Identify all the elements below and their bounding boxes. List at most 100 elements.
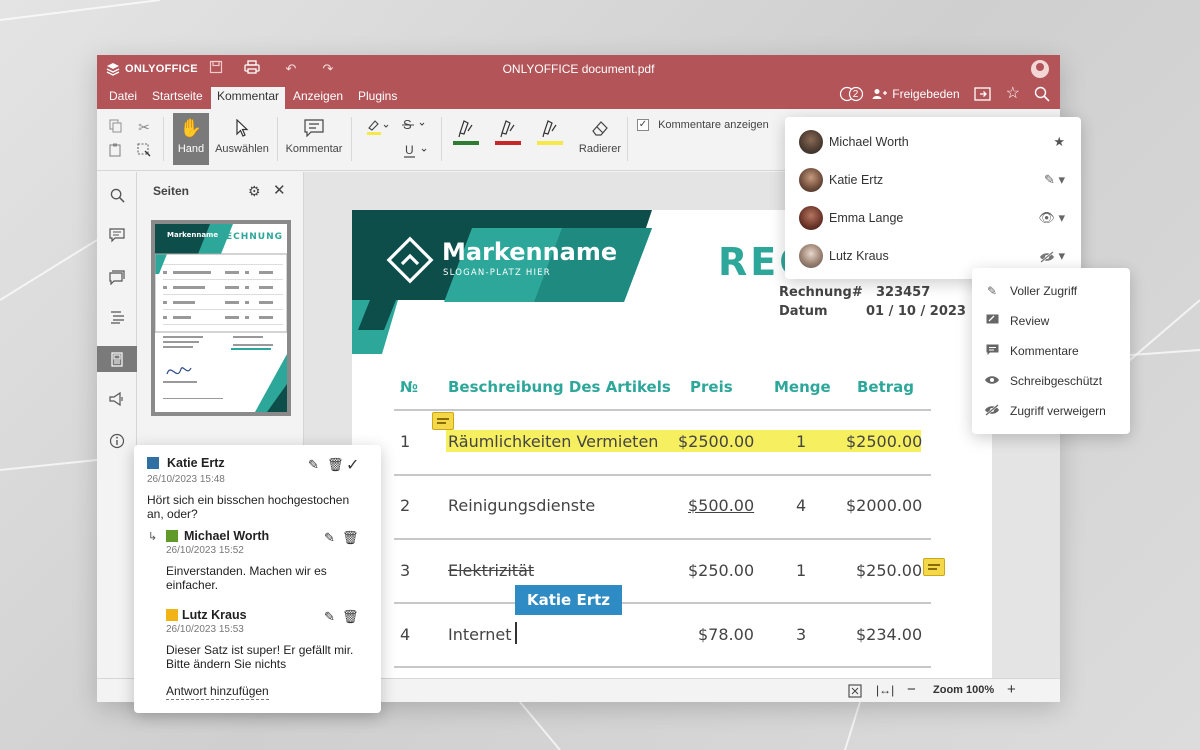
strikethrough-dropdown[interactable]: S [399,117,429,136]
edit-reply-icon[interactable]: ✎ [324,530,335,546]
permission-review[interactable]: Review [972,306,1130,336]
comment-author: Katie Ertz [167,456,225,470]
underline-dropdown[interactable]: U [401,143,431,162]
delete-reply-icon[interactable]: 🗑 [342,609,359,625]
eye-slash-dropdown-icon[interactable]: ▾ [1039,248,1065,264]
toolbar-divider [627,117,628,161]
add-comment-button[interactable]: Kommentar [283,117,345,155]
permission-label: Review [1010,314,1050,328]
row1-price: $2500.00 [678,432,755,451]
share-user-name: Michael Worth [829,135,909,149]
select-area-icon[interactable] [135,143,153,160]
comment-text: Hört sich ein bisschen hochgestochen an,… [147,493,350,521]
pages-settings-icon[interactable]: ⚙ [248,183,261,200]
highlight-dropdown[interactable] [363,117,393,140]
select-label: Auswählen [215,143,269,155]
sidebar-chat-icon[interactable] [97,264,137,290]
pen-green-button[interactable] [451,117,481,150]
col-header-description: Beschreibung Des Artikels [448,378,671,396]
thumbnail-title: RECHNUNG [218,232,283,242]
comment-label: Kommentar [285,143,343,155]
edit-comment-icon[interactable]: ✎ [308,457,319,473]
reply-author-color-marker [166,530,178,542]
menu-right-actions: 2 Freigebeden ☆ [839,86,1050,102]
paste-icon[interactable] [107,143,125,160]
pen-yellow-button[interactable] [535,117,565,150]
sidebar-feedback-icon[interactable] [97,386,137,412]
show-comments-toggle[interactable]: ✓ Kommentare anzeigen [637,119,769,132]
resolve-comment-icon[interactable]: ✓ [346,455,359,475]
review-icon [984,314,1000,329]
permission-full-access[interactable]: ✎ Voller Zugriff [972,276,1130,306]
add-reply-link[interactable]: Antwort hinzufügen [166,684,269,700]
star-icon: ★ [1053,134,1065,149]
row4-qty: 3 [796,625,807,644]
share-user-name: Emma Lange [829,211,904,225]
tab-anzeigen[interactable]: Anzeigen [287,87,349,109]
zoom-out-button[interactable]: − [907,681,916,698]
comment-note-icon[interactable] [923,558,945,576]
permission-label: Zugriff verweigern [1010,404,1106,418]
pen-red-button[interactable] [493,117,523,150]
invoice-number: 323457 [876,285,931,300]
tab-datei[interactable]: Datei [103,87,143,109]
share-user-row[interactable]: Katie Ertz ✎ ▾ [785,161,1081,199]
thumbnail-brand: Markenname [167,231,219,239]
avatar [799,168,823,192]
hand-tool-button[interactable]: ✋ Hand [173,113,209,165]
fit-page-icon[interactable] [848,684,862,701]
open-location-icon[interactable] [974,86,992,102]
toolbar-divider [163,117,164,161]
comment-date: 26/10/2023 15:48 [147,474,225,485]
zoom-level[interactable]: Zoom 100% [933,684,994,696]
page-thumbnail[interactable]: Markenname RECHNUNG [151,220,291,416]
search-icon[interactable] [1034,86,1050,102]
permission-deny-access[interactable]: Zugriff verweigern [972,396,1130,426]
table-divider [394,538,931,540]
user-avatar-icon[interactable] [1031,60,1049,78]
sidebar-navigation-icon[interactable] [97,304,137,330]
pages-panel-title: Seiten [153,184,190,198]
sidebar-pages-icon[interactable] [97,346,137,372]
comments-counter-button[interactable]: 2 [839,86,863,102]
tab-startseite[interactable]: Startseite [146,87,209,109]
cut-icon[interactable]: ✂ [135,119,153,136]
table-divider [394,409,931,411]
hand-icon: ✋ [179,117,203,138]
sidebar-info-icon[interactable] [97,428,137,454]
copy-icon[interactable] [107,119,125,136]
edit-reply-icon[interactable]: ✎ [324,609,335,625]
sidebar-comments-icon[interactable] [97,222,137,248]
tab-kommentar[interactable]: Kommentar [211,87,286,109]
eye-dropdown-icon[interactable]: 👁 ▾ [1038,210,1065,226]
invoice-page: Markenname SLOGAN-PLATZ HIER REC Rechnun… [352,210,992,678]
row1-total: $2500.00 [846,432,923,451]
fit-width-icon[interactable]: |↔| [876,683,894,697]
favorite-star-icon[interactable]: ☆ [1006,86,1020,102]
delete-reply-icon[interactable]: 🗑 [342,530,359,546]
avatar [799,206,823,230]
pencil-dropdown-icon[interactable]: ✎ ▾ [1044,172,1065,188]
reply-author-color-marker [166,609,178,621]
share-user-row[interactable]: Michael Worth ★ [785,123,1081,161]
pages-close-icon[interactable]: ✕ [273,181,286,199]
comment-note-icon[interactable] [432,412,454,430]
permission-comments[interactable]: Kommentare [972,336,1130,366]
eraser-button[interactable]: Radierer [575,117,625,155]
share-user-row[interactable]: Emma Lange 👁 ▾ [785,199,1081,237]
eye-slash-icon [984,403,1000,419]
share-button[interactable]: Freigebeden [872,87,960,101]
comment-icon [984,344,1000,359]
delete-comment-icon[interactable]: 🗑 [327,457,344,473]
row3-number: 3 [400,561,411,580]
zoom-in-button[interactable]: + [1007,681,1016,698]
brand-logo-icon [386,236,434,289]
row3-qty: 1 [796,561,807,580]
select-tool-button[interactable]: Auswählen [213,117,271,155]
toolbar-divider [441,117,442,161]
permission-read-only[interactable]: Schreibgeschützt [972,366,1130,396]
comment-icon [283,117,345,139]
sidebar-search-icon[interactable] [97,182,137,208]
row4-price: $78.00 [698,625,754,644]
tab-plugins[interactable]: Plugins [352,87,403,109]
